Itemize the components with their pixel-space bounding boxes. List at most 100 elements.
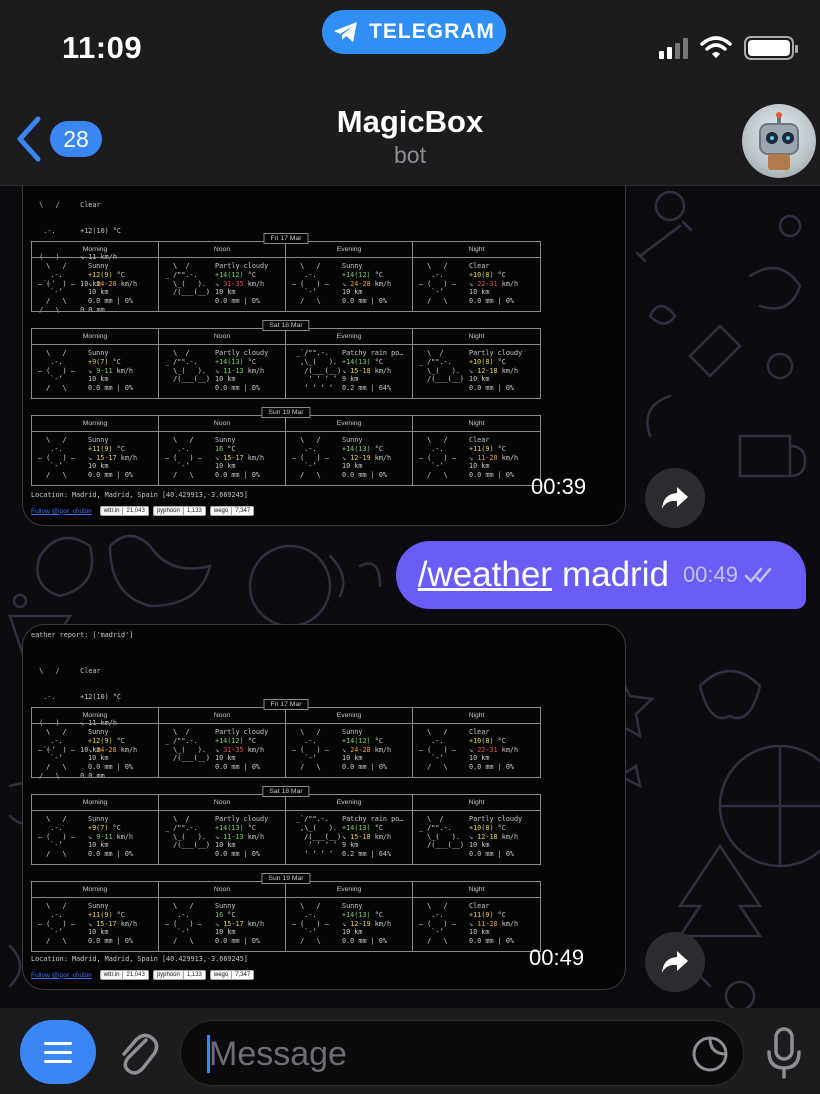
chat-title-area[interactable]: MagicBox bot — [0, 104, 820, 169]
forecast-line: ↘ 15-17 km/h — [215, 919, 265, 928]
message-input[interactable]: Message — [180, 1020, 744, 1086]
follow-link[interactable]: Follow @igor_chubin — [31, 972, 92, 979]
forecast-line: 10 km — [88, 754, 109, 763]
github-star-badge[interactable]: pyphoon 1,133 — [152, 506, 206, 516]
forecast-line: Clear — [469, 902, 490, 910]
forecast-line: 10 km — [469, 288, 490, 297]
forecast-line: 10 km — [88, 375, 109, 384]
forecast-line: ↘ 15-17 km/h — [88, 919, 138, 928]
location-line: Location: Madrid, Madrid, Spain [40.4299… — [31, 491, 248, 499]
report-header-line: eather report: ['madrid'] — [31, 631, 134, 639]
forward-button[interactable] — [645, 468, 705, 528]
forecast-line: 0.0 mm | 0% — [342, 937, 388, 946]
forecast-line: Patchy rain po… — [342, 815, 404, 823]
forecast-cell: \ / .-. ― ( ) ― `-’ / \ Sunny 16 °C ↘ 15-17 … — [159, 898, 286, 951]
forecast-column-header: Evening — [286, 242, 413, 258]
forecast-column-header: Night — [468, 333, 485, 340]
forecast-column-header: Morning — [32, 882, 159, 898]
forecast-line: ↘ 9-11 km/h — [88, 832, 134, 841]
forecast-line: +14(12) °C — [342, 736, 383, 745]
status-bar: 11:09 TELEGRAM — [0, 0, 820, 100]
forecast-cell: \ / .-. ― ( ) ― `-’ / \ Sunny +11(9) °C ↘ 15… — [32, 898, 159, 951]
paperclip-icon[interactable] — [116, 1026, 160, 1078]
forecast-cell: \ / .-. ― ( ) ― `-’ / \ Sunny +11(9) °C ↘ 15… — [32, 432, 159, 485]
forecast-line: Partly cloudy — [469, 815, 523, 823]
forecast-cell: \ / .-. ― ( ) ― `-’ / \ Sunny +14(12) °C ↘ 2… — [286, 724, 413, 777]
forecast-day: Sun 19 Mar Morning Noon Evening Night \ / .-… — [31, 873, 541, 952]
forecast-line: 10 km — [469, 754, 490, 763]
forecast-column-header: Night — [468, 246, 485, 253]
forecast-line: ↘ 24-28 km/h — [88, 745, 138, 754]
forecast-cell: \ / .-. ― ( ) ― `-’ / \ Sunny +12(9) °C ↘ 24… — [32, 258, 159, 311]
forecast-cell: \ / _ /"".-. \_( ). /(___(__) Partly cloud… — [413, 811, 540, 864]
forecast-line: ↘ 12-19 km/h — [342, 453, 392, 462]
microphone-icon[interactable] — [764, 1026, 804, 1080]
forecast-line: ↘ 22-31 km/h — [469, 745, 519, 754]
forecast-cell: \ / .-. ― ( ) ― `-’ / \ Clear +10(8) °C ↘ 22… — [413, 724, 540, 777]
weather-ascii-icon: \ / _ /"".-. \_( ). /(___(__) — [165, 349, 211, 384]
forecast-line: Sunny — [342, 902, 363, 910]
weather-ascii-icon: \ / .-. ― ( ) ― `-’ / \ — [419, 262, 456, 306]
bot-menu-button[interactable] — [20, 1020, 96, 1084]
follow-link[interactable]: Follow @igor_chubin — [31, 508, 92, 515]
forecast-line: 10 km — [88, 462, 109, 471]
forecast-cell: \ / _ /"".-. \_( ). /(___(__) Partly cloud… — [159, 724, 286, 777]
forecast-cell: \ / .-. ― ( ) ― `-’ / \ Clear +10(8) °C ↘ 22… — [413, 258, 540, 311]
forecast-line: +10(8) °C — [469, 736, 506, 745]
github-star-badge[interactable]: wttr.in 21,043 — [99, 970, 149, 980]
forecast-line: Patchy rain po… — [342, 349, 404, 357]
forecast-cell: \ / _ /"".-. \_( ). /(___(__) Partly cloud… — [159, 345, 286, 398]
forecast-cell: \ / .-. ― ( ) ― `-’ / \ Sunny +12(9) °C ↘ 24… — [32, 724, 159, 777]
forecast-line: +14(13) °C — [342, 357, 383, 366]
outgoing-message[interactable]: /weather madrid 00:49 — [395, 541, 806, 609]
forecast-line: Sunny — [215, 902, 236, 910]
weather-ascii-icon: _`/"".-. ,\_( ). /(___(__) ‘ ‘ ‘ ‘ ‘ ‘ ‘… — [292, 815, 342, 859]
github-star-badge[interactable]: wego 7,347 — [209, 970, 255, 980]
forecast-line: +11(9) °C — [88, 444, 125, 453]
weather-ascii-icon: \ / .-. ― ( ) ― `-’ / \ — [38, 436, 75, 480]
command-link[interactable]: /weather — [418, 555, 552, 595]
forecast-line: Sunny — [88, 902, 109, 910]
forecast-line: 10 km — [88, 288, 109, 297]
forecast-line: Partly cloudy — [215, 815, 269, 823]
weather-ascii-icon: \ / .-. ― ( ) ― `-’ / \ — [38, 728, 75, 772]
forecast-line: +12(9) °C — [88, 270, 125, 279]
forward-button[interactable] — [645, 932, 705, 992]
forecast-line: 10 km — [469, 928, 490, 937]
github-star-badge[interactable]: wttr.in 21,043 — [99, 506, 149, 516]
forecast-line: +14(13) °C — [215, 823, 256, 832]
forecast-day-label: Sun 19 Mar — [261, 407, 311, 418]
forecast-line: 10 km — [215, 288, 236, 297]
forecast-cell: \ / .-. ― ( ) ― `-’ / \ Clear +11(9) °C ↘ 11… — [413, 432, 540, 485]
forecast-line: Sunny — [342, 436, 363, 444]
bot-avatar[interactable] — [742, 104, 816, 178]
forecast-day-label: Sun 19 Mar — [261, 873, 311, 884]
forecast-column-header: Noon — [159, 329, 286, 345]
telegram-pill[interactable]: TELEGRAM — [322, 10, 506, 54]
forward-icon — [662, 487, 688, 509]
forecast-line: 0.0 mm | 0% — [469, 763, 515, 772]
forecast-column-header: Morning — [32, 242, 159, 258]
forecast-line: 0.2 mm | 64% — [342, 850, 392, 859]
outgoing-meta: 00:49 — [683, 562, 776, 588]
forecast-day: Sat 18 Mar Morning Noon Evening Night \ / .-… — [31, 786, 541, 865]
incoming-weather-message[interactable]: \ / Clear .-. +12(10) °C ― ( ) ― ↘ 11 km… — [22, 186, 626, 526]
forecast-line: 0.0 mm | 0% — [469, 937, 515, 946]
forecast-line: ↘ 22-31 km/h — [469, 279, 519, 288]
forecast-day: Sun 19 Mar Morning Noon Evening Night \ / .-… — [31, 407, 541, 486]
incoming-weather-message[interactable]: eather report: ['madrid'] \ / Clear .-. … — [22, 624, 626, 990]
forecast-line: +14(12) °C — [342, 270, 383, 279]
github-star-badge[interactable]: wego 7,347 — [209, 506, 255, 516]
sticker-icon[interactable] — [691, 1035, 729, 1073]
github-star-badge[interactable]: pyphoon 1,133 — [152, 970, 206, 980]
forecast-cell: \ / _ /"".-. \_( ). /(___(__) Partly cloud… — [159, 811, 286, 864]
forecast-line: 0.0 mm | 0% — [342, 471, 388, 480]
weather-ascii-icon: \ / .-. ― ( ) ― `-’ / \ — [165, 436, 202, 480]
forecast-column-header: Noon — [159, 416, 286, 432]
forecast-line: 10 km — [469, 462, 490, 471]
forecast-line: 10 km — [215, 462, 236, 471]
forecast-line: ↘ 11-13 km/h — [215, 366, 265, 375]
weather-ascii-icon: \ / _ /"".-. \_( ). /(___(__) — [165, 262, 211, 297]
chat-area[interactable]: \ / Clear .-. +12(10) °C ― ( ) ― ↘ 11 km… — [0, 186, 820, 1008]
forecast-column-header: Morning — [32, 416, 159, 432]
